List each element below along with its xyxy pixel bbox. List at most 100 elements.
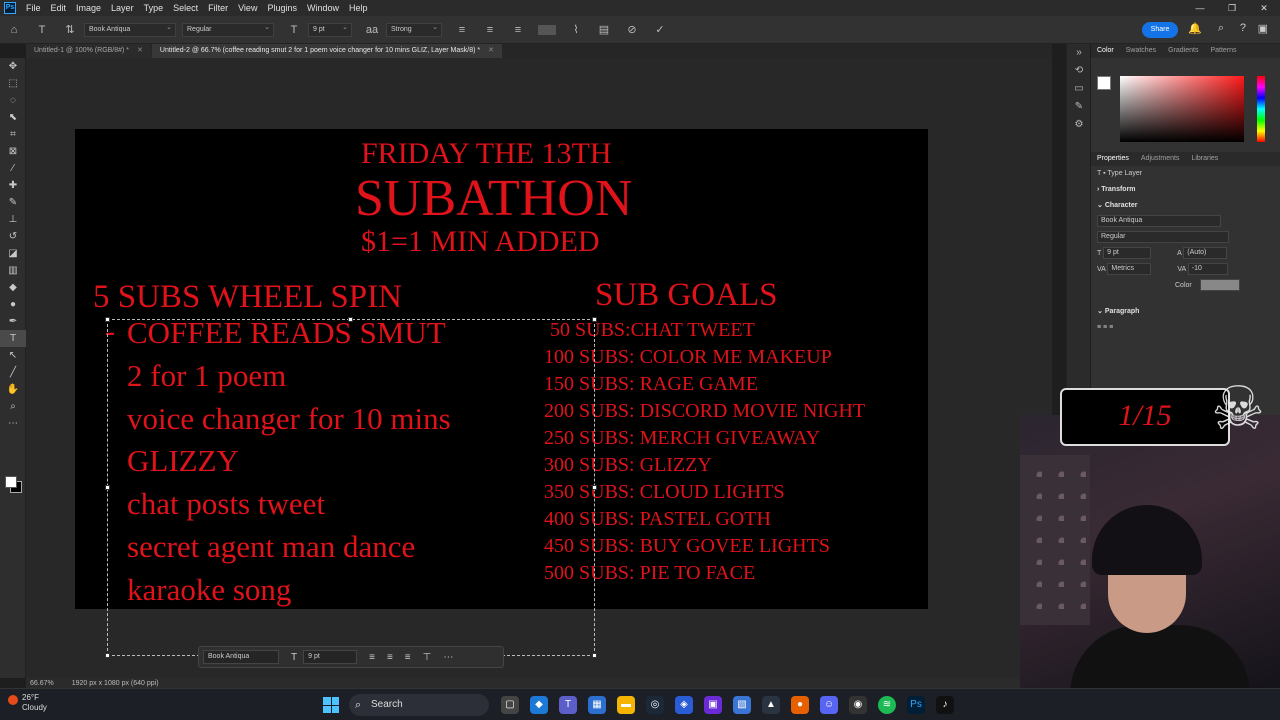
menu-layer[interactable]: Layer xyxy=(106,3,139,13)
store-icon[interactable]: ▦ xyxy=(588,696,606,714)
close-icon[interactable]: ✕ xyxy=(137,47,143,54)
zoom-level[interactable]: 66.67% xyxy=(30,680,54,687)
firefox-icon[interactable]: ● xyxy=(791,696,809,714)
dodge-tool-icon[interactable]: ● xyxy=(0,296,26,313)
obs-icon[interactable]: ◉ xyxy=(849,696,867,714)
text-options-icon[interactable]: ⊤ xyxy=(423,652,432,663)
align-center-icon[interactable]: ≡ xyxy=(482,22,498,38)
paragraph-section[interactable]: ⌄ Paragraph xyxy=(1091,304,1280,320)
blur-tool-icon[interactable]: ◆ xyxy=(0,279,26,296)
wheel-spin-heading[interactable]: 5 SUBS WHEEL SPIN xyxy=(93,279,402,316)
menu-type[interactable]: Type xyxy=(139,3,169,13)
character-tracking-select[interactable]: -10 xyxy=(1187,263,1228,276)
canvas-title-line3[interactable]: $1=1 MIN ADDED xyxy=(361,225,600,259)
text-orientation-icon[interactable]: ⇅ xyxy=(62,22,78,38)
align-right-icon[interactable]: ≡ xyxy=(510,22,526,38)
copilot-icon[interactable]: ◆ xyxy=(530,696,548,714)
adjustments-icon[interactable]: ⚙ xyxy=(1067,116,1091,134)
restore-icon[interactable]: ❐ xyxy=(1216,0,1248,16)
resize-handle[interactable] xyxy=(105,485,110,490)
shape-tool-icon[interactable]: ╱ xyxy=(0,364,26,381)
character-kerning-select[interactable]: Metrics xyxy=(1107,263,1152,276)
font-style-select[interactable]: Regular xyxy=(182,22,274,37)
character-style-select[interactable]: Regular xyxy=(1097,231,1229,244)
menu-file[interactable]: File xyxy=(21,3,46,13)
character-leading-select[interactable]: (Auto) xyxy=(1183,247,1228,260)
eraser-tool-icon[interactable]: ◪ xyxy=(0,245,26,262)
frame-tool-icon[interactable]: ⊠ xyxy=(0,143,26,160)
teams-icon[interactable]: T xyxy=(559,696,577,714)
menu-edit[interactable]: Edit xyxy=(46,3,72,13)
comments-icon[interactable]: ▭ xyxy=(1067,80,1091,98)
resize-handle[interactable] xyxy=(105,317,110,322)
commit-icon[interactable]: ✓ xyxy=(652,22,668,38)
gradient-tool-icon[interactable]: ▥ xyxy=(0,262,26,279)
resize-handle[interactable] xyxy=(105,653,110,658)
marquee-tool-icon[interactable]: ⬚ xyxy=(0,75,26,92)
menu-select[interactable]: Select xyxy=(168,3,203,13)
tab-swatches[interactable]: Swatches xyxy=(1120,44,1162,58)
help-icon[interactable]: ? xyxy=(1240,22,1246,34)
menu-image[interactable]: Image xyxy=(71,3,106,13)
photos-icon[interactable]: ▧ xyxy=(733,696,751,714)
discord-icon[interactable]: ☺ xyxy=(820,696,838,714)
history-icon[interactable]: ⟲ xyxy=(1067,62,1091,80)
path-select-icon[interactable]: ↖ xyxy=(0,347,26,364)
task-view-icon[interactable]: ▢ xyxy=(501,696,519,714)
workspace-icon[interactable]: ▣ xyxy=(1258,22,1268,35)
app-icon[interactable]: ▲ xyxy=(762,696,780,714)
close-icon[interactable]: ✕ xyxy=(488,47,494,54)
move-tool-icon[interactable]: ✥ xyxy=(0,58,26,75)
canvas-area[interactable]: FRIDAY THE 13TH SUBATHON $1=1 MIN ADDED … xyxy=(26,58,1052,678)
align-left-icon[interactable]: ≡ xyxy=(454,22,470,38)
pen-tool-icon[interactable]: ✒ xyxy=(0,313,26,330)
tiktok-icon[interactable]: ♪ xyxy=(936,696,954,714)
tab-color[interactable]: Color xyxy=(1091,44,1120,58)
lasso-tool-icon[interactable]: ◌ xyxy=(0,92,26,109)
resize-handle[interactable] xyxy=(592,485,597,490)
canvas-title-line2[interactable]: SUBATHON xyxy=(355,169,632,228)
crop-tool-icon[interactable]: ⌗ xyxy=(0,126,26,143)
weather-icon[interactable] xyxy=(8,695,18,705)
hand-tool-icon[interactable]: ✋ xyxy=(0,381,26,398)
character-size-select[interactable]: 9 pt xyxy=(1103,247,1152,260)
align-center-icon[interactable]: ≡ xyxy=(387,652,393,663)
text-bounding-box[interactable] xyxy=(105,317,597,658)
collapse-panels-icon[interactable]: » xyxy=(1067,44,1091,62)
brush-settings-icon[interactable]: ✎ xyxy=(1067,98,1091,116)
warp-text-icon[interactable]: ⌇ xyxy=(568,22,584,38)
sub-goals-heading[interactable]: SUB GOALS xyxy=(595,277,777,314)
menu-window[interactable]: Window xyxy=(302,3,344,13)
history-brush-icon[interactable]: ↺ xyxy=(0,228,26,245)
object-select-icon[interactable]: ⬉ xyxy=(0,109,26,126)
tab-untitled-1[interactable]: Untitled-1 @ 100% (RGB/8#) * ✕ xyxy=(26,44,151,58)
tab-patterns[interactable]: Patterns xyxy=(1204,44,1242,58)
resize-handle[interactable] xyxy=(592,653,597,658)
file-explorer-icon[interactable]: ▬ xyxy=(617,696,635,714)
character-section[interactable]: ⌄ Character xyxy=(1091,198,1280,214)
share-button[interactable]: Share xyxy=(1142,22,1178,38)
eyedropper-icon[interactable]: ⁄ xyxy=(0,160,26,177)
brush-tool-icon[interactable]: ✎ xyxy=(0,194,26,211)
menu-plugins[interactable]: Plugins xyxy=(262,3,302,13)
spotify-icon[interactable]: ≋ xyxy=(878,696,896,714)
search-icon[interactable]: ⌕ xyxy=(1218,22,1224,35)
windows-start-icon[interactable] xyxy=(323,697,339,713)
color-field[interactable] xyxy=(1120,76,1244,142)
more-options-icon[interactable]: ⋯ xyxy=(443,652,453,663)
font-size-select[interactable]: 9 pt xyxy=(308,22,352,37)
menu-help[interactable]: Help xyxy=(344,3,373,13)
tab-properties[interactable]: Properties xyxy=(1091,152,1135,166)
resize-handle[interactable] xyxy=(592,317,597,322)
transform-section[interactable]: › Transform xyxy=(1091,182,1280,198)
more-tools-icon[interactable]: ⋯ xyxy=(0,415,26,432)
weather-widget[interactable]: 26°F Cloudy xyxy=(22,693,47,713)
close-icon[interactable]: ✕ xyxy=(1248,0,1280,16)
character-font-select[interactable]: Book Antiqua xyxy=(1097,215,1221,228)
menu-view[interactable]: View xyxy=(233,3,262,13)
hue-slider[interactable] xyxy=(1257,76,1265,142)
canvas-title-line1[interactable]: FRIDAY THE 13TH xyxy=(361,137,612,171)
align-right-icon[interactable]: ≡ xyxy=(405,652,411,663)
cancel-icon[interactable]: ⊘ xyxy=(624,22,640,38)
nvidia-icon[interactable]: ▣ xyxy=(704,696,722,714)
